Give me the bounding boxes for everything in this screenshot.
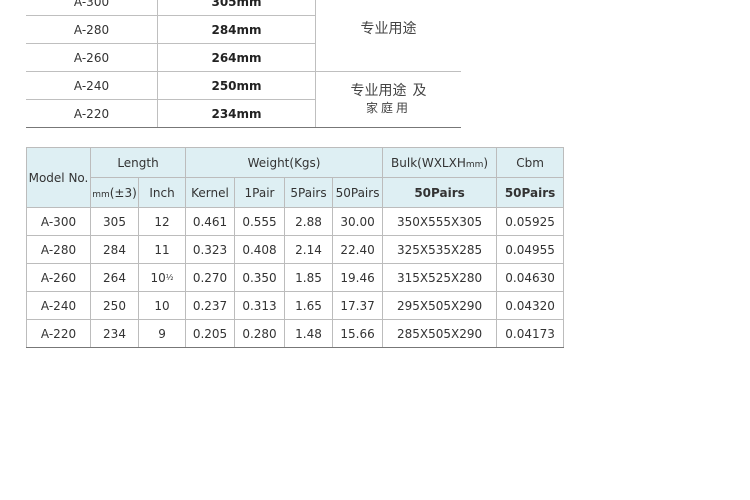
cell-model: A-240	[26, 291, 91, 320]
cell-50pairs: 17.37	[332, 291, 384, 320]
bulk-suffix: )	[483, 155, 489, 170]
cell-model: A-260	[26, 263, 91, 292]
cell-50pairs: 19.46	[332, 263, 384, 292]
cell-5pairs: 2.88	[284, 207, 334, 236]
model-cell: A-280	[26, 15, 158, 44]
cell-5pairs: 1.85	[284, 263, 334, 292]
subheader-kernel: Kernel	[185, 177, 236, 208]
mm-tolerance: (±3)	[109, 185, 137, 200]
table-row: A-220 234 9 0.205 0.280 1.48 15.66 285X5…	[26, 319, 565, 348]
model-cell: A-240	[26, 71, 158, 100]
header-model: Model No.	[26, 147, 91, 208]
usage-home-text: 家庭用	[365, 100, 411, 115]
cell-kernel: 0.323	[185, 235, 236, 264]
length-cell: 305mm	[157, 0, 316, 16]
cell-bulk: 325X535X285	[382, 235, 498, 264]
bulk-label: Bulk(WXLXH	[391, 155, 466, 170]
usage-and-text: 及	[412, 82, 427, 99]
length-cell: 264mm	[157, 43, 316, 72]
cell-1pair: 0.313	[234, 291, 286, 320]
cell-mm: 284	[90, 235, 139, 264]
header-row: Model No. Length Weight(Kgs) Bulk(WXLXHm…	[26, 147, 565, 208]
model-cell: A-260	[26, 43, 158, 72]
inch-value: 11	[154, 242, 170, 257]
cell-mm: 250	[90, 291, 139, 320]
subheader-1pair: 1Pair	[234, 177, 286, 208]
cell-bulk: 315X525X280	[382, 263, 498, 292]
table-row: A-240 250mm 专业用途及 家庭用	[26, 71, 461, 128]
cell-kernel: 0.237	[185, 291, 236, 320]
inch-value: 9	[158, 326, 166, 341]
usage-table: A-300 305mm 专业用途 A-280 284mm A-260 264mm…	[26, 0, 461, 128]
cell-model: A-280	[26, 235, 91, 264]
model-cell: A-220	[26, 99, 158, 128]
cell-cbm: 0.04320	[496, 291, 565, 320]
cell-inch: 12	[137, 207, 187, 236]
cell-50pairs: 22.40	[332, 235, 384, 264]
cell-5pairs: 1.65	[284, 291, 334, 320]
subheader-bulk-50pairs: 50Pairs	[382, 177, 498, 208]
inch-value: 12	[154, 214, 170, 229]
usage-mixed-cell: 专业用途及 家庭用	[315, 71, 461, 128]
inch-fraction: ½	[165, 272, 174, 282]
length-cell: 234mm	[157, 99, 316, 128]
cell-50pairs: 15.66	[332, 319, 384, 348]
subheader-row: mm(±3) Inch Kernel 1Pair 5Pairs 50Pairs …	[27, 177, 565, 208]
cell-kernel: 0.461	[185, 207, 236, 236]
cell-cbm: 0.05925	[496, 207, 565, 236]
cell-kernel: 0.270	[185, 263, 236, 292]
usage-professional-cell: 专业用途	[316, 0, 462, 72]
spec-table: Model No. Length Weight(Kgs) Bulk(WXLXHm…	[26, 147, 565, 348]
model-cell: A-300	[26, 0, 158, 16]
cell-cbm: 0.04173	[496, 319, 565, 348]
usage-text: 专业用途	[360, 21, 417, 37]
cell-bulk: 285X505X290	[382, 319, 498, 348]
cell-cbm: 0.04630	[496, 263, 565, 292]
table-row: A-240 250 10 0.237 0.313 1.65 17.37 295X…	[26, 291, 565, 320]
inch-value: 10	[150, 270, 166, 285]
table-row: A-280 284 11 0.323 0.408 2.14 22.40 325X…	[26, 235, 565, 264]
inch-value: 10	[154, 298, 170, 313]
cell-5pairs: 1.48	[284, 319, 334, 348]
length-cell: 284mm	[157, 15, 316, 44]
subheader-mm: mm(±3)	[90, 177, 139, 208]
table-row: A-300 305mm 专业用途	[26, 0, 461, 37]
header-weight: Weight(Kgs)	[185, 147, 384, 178]
subheader-50pairs: 50Pairs	[332, 177, 384, 208]
cell-1pair: 0.555	[234, 207, 286, 236]
cell-1pair: 0.408	[234, 235, 286, 264]
table-row: A-260 264 10½ 0.270 0.350 1.85 19.46 315…	[26, 263, 565, 292]
cell-model: A-220	[26, 319, 91, 348]
subheader-cbm-50pairs: 50Pairs	[496, 177, 565, 208]
subheader-inch: Inch	[137, 177, 187, 208]
cell-mm: 305	[90, 207, 139, 236]
table-row: A-300 305 12 0.461 0.555 2.88 30.00 350X…	[26, 207, 565, 236]
cell-model: A-300	[26, 207, 91, 236]
cell-1pair: 0.280	[234, 319, 286, 348]
cell-50pairs: 30.00	[332, 207, 384, 236]
subheader-5pairs: 5Pairs	[284, 177, 334, 208]
bulk-unit: mm	[465, 159, 484, 170]
cell-bulk: 295X505X290	[382, 291, 498, 320]
cell-inch: 10½	[137, 263, 187, 292]
cell-cbm: 0.04955	[496, 235, 565, 264]
cell-mm: 234	[90, 319, 139, 348]
cell-bulk: 350X555X305	[382, 207, 498, 236]
cell-inch: 11	[137, 235, 187, 264]
header-cbm: Cbm	[496, 147, 565, 178]
usage-text: 专业用途	[350, 82, 407, 99]
cell-5pairs: 2.14	[284, 235, 334, 264]
length-cell: 250mm	[157, 71, 316, 100]
cell-1pair: 0.350	[234, 263, 286, 292]
cell-inch: 10	[137, 291, 187, 320]
header-length: Length	[89, 147, 187, 178]
cell-inch: 9	[137, 319, 187, 348]
header-bulk: Bulk(WXLXHmm)	[382, 147, 498, 178]
cell-kernel: 0.205	[185, 319, 236, 348]
mm-unit: mm	[92, 189, 110, 200]
cell-mm: 264	[90, 263, 139, 292]
